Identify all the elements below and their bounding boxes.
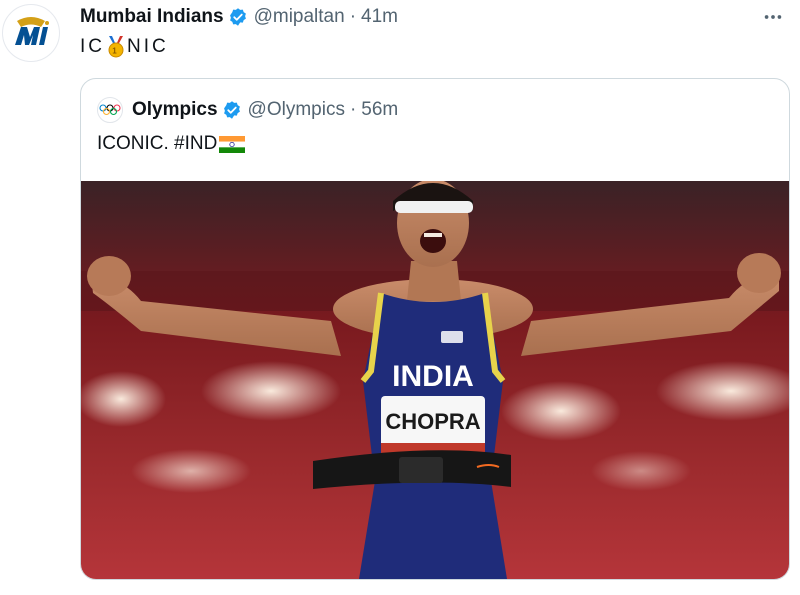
tweet-text-end: NIC — [127, 36, 169, 57]
quoted-text: ICONIC. #IND — [97, 133, 246, 155]
more-horizontal-icon — [764, 15, 782, 19]
svg-text:1: 1 — [112, 47, 119, 56]
tweet-photo[interactable]: INDIA CHOPRA — [81, 181, 789, 579]
verified-badge-icon — [228, 7, 248, 27]
quoted-avatar[interactable] — [97, 97, 123, 123]
india-flag-icon — [219, 135, 246, 153]
tweet-text: IC 1 NIC — [80, 36, 169, 58]
separator-dot: · — [349, 6, 357, 27]
quoted-timestamp[interactable]: 56m — [361, 99, 398, 121]
author-name[interactable]: Mumbai Indians — [80, 6, 224, 28]
tweet-header: Mumbai Indians @mipaltan · 41m — [80, 4, 398, 30]
tweet-timestamp[interactable]: 41m — [361, 6, 398, 28]
separator-dot: · — [349, 99, 357, 120]
verified-badge-icon — [222, 100, 242, 120]
quoted-author-handle[interactable]: @Olympics — [248, 99, 345, 121]
tweet-text-start: IC — [80, 36, 105, 57]
vest-text: INDIA — [392, 360, 474, 393]
quoted-author-name[interactable]: Olympics — [132, 99, 218, 121]
quoted-text-body: ICONIC. #IND — [97, 133, 218, 154]
bib-text: CHOPRA — [385, 409, 480, 434]
author-avatar[interactable] — [2, 4, 60, 62]
quoted-tweet[interactable]: Olympics @Olympics · 56m ICONIC. #IND IN… — [80, 78, 790, 580]
gold-medal-icon: 1 — [106, 36, 126, 58]
author-handle[interactable]: @mipaltan — [254, 6, 345, 28]
tweet[interactable]: Mumbai Indians @mipaltan · 41m IC 1 NIC … — [0, 0, 800, 595]
athlete-celebration-photo: INDIA CHOPRA — [81, 181, 789, 579]
quoted-header: Olympics @Olympics · 56m — [97, 97, 398, 123]
olympic-rings-logo-icon — [99, 104, 121, 116]
more-options-button[interactable] — [760, 4, 786, 30]
mumbai-indians-logo-icon — [3, 5, 59, 61]
